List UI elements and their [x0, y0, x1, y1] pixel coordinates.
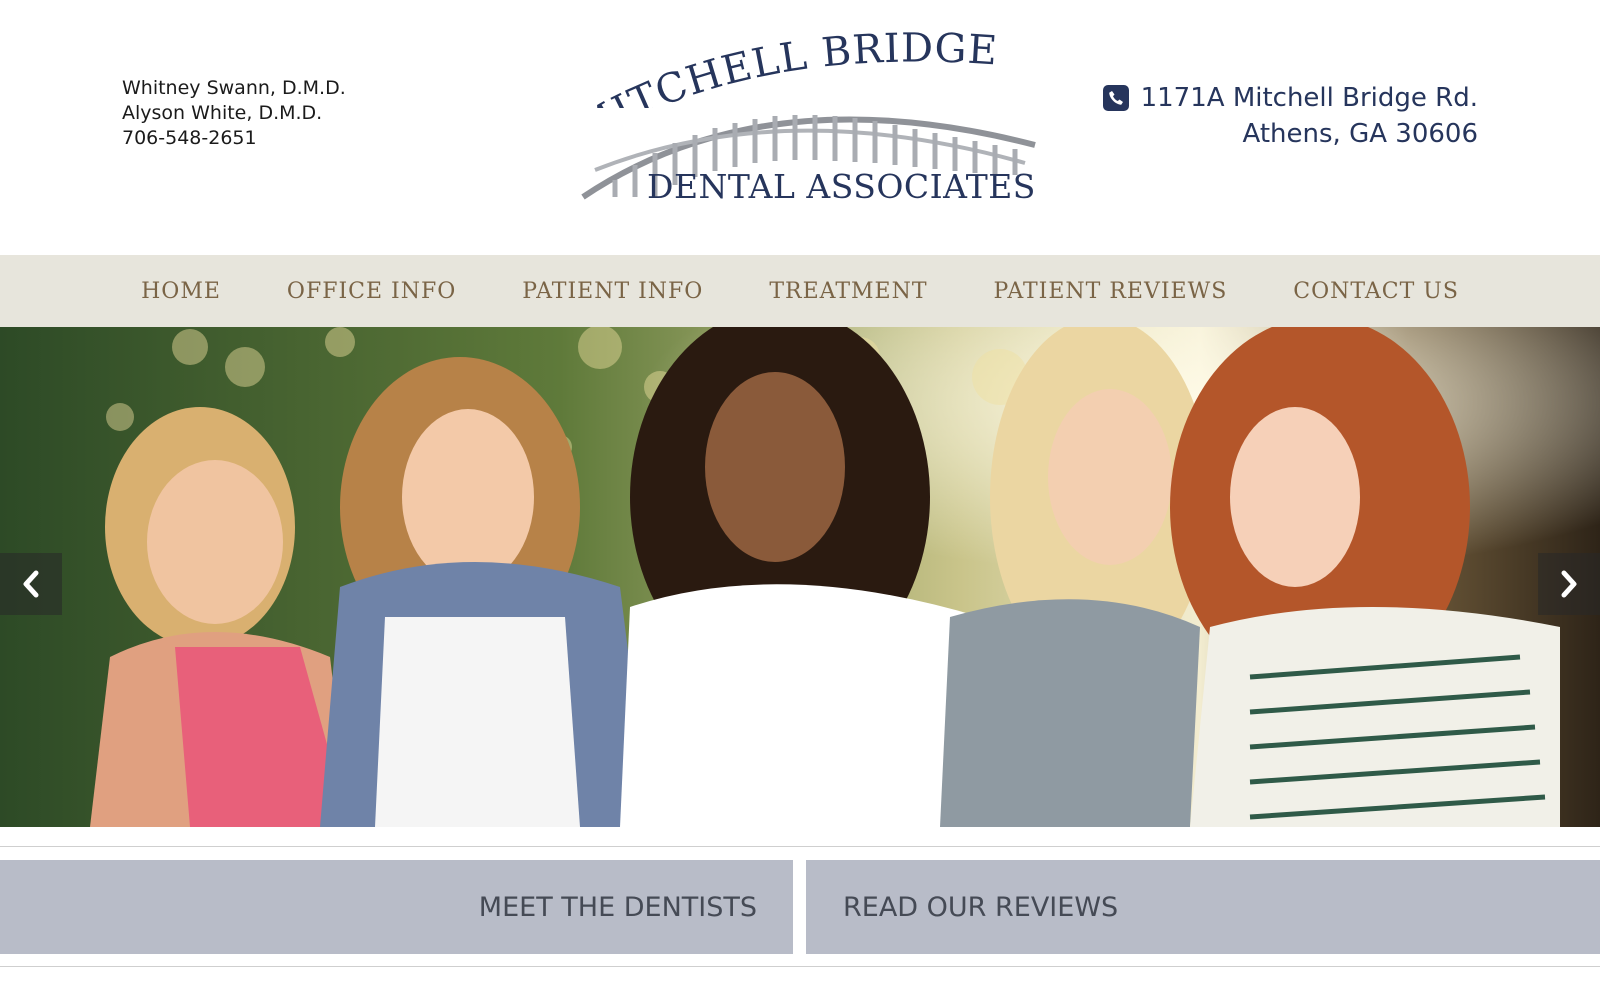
nav-patient-info[interactable]: PATIENT INFO: [522, 279, 703, 304]
practice-logo[interactable]: MITCHELL BRIDGE: [545, 28, 1055, 215]
doctor-info: Whitney Swann, D.M.D. Alyson White, D.M.…: [122, 76, 346, 151]
logo-bottom-text: DENTAL ASSOCIATES: [647, 167, 1036, 206]
read-our-reviews-label: READ OUR REVIEWS: [843, 891, 1119, 923]
read-our-reviews-button[interactable]: READ OUR REVIEWS: [806, 860, 1600, 954]
meet-the-dentists-label: MEET THE DENTISTS: [478, 891, 757, 923]
main-navigation: HOME OFFICE INFO PATIENT INFO TREATMENT …: [0, 255, 1600, 327]
nav-home[interactable]: HOME: [141, 279, 221, 304]
chevron-left-icon: [20, 570, 42, 598]
meet-the-dentists-button[interactable]: MEET THE DENTISTS: [0, 860, 793, 954]
phone-icon: [1102, 85, 1129, 111]
address-street: 1171A Mitchell Bridge Rd.: [1140, 83, 1478, 113]
nav-office-info[interactable]: OFFICE INFO: [287, 279, 456, 304]
divider: [0, 966, 1600, 967]
hero-photo: [0, 327, 1600, 827]
doctor-name: Alyson White, D.M.D.: [122, 102, 323, 124]
nav-contact-us[interactable]: CONTACT US: [1293, 279, 1459, 304]
office-address: 1171A Mitchell Bridge Rd. Athens, GA 306…: [1102, 80, 1478, 152]
doctor-name: Whitney Swann, D.M.D.: [122, 77, 346, 99]
slider-prev-button[interactable]: [0, 553, 62, 615]
slider-next-button[interactable]: [1538, 553, 1600, 615]
divider: [0, 846, 1600, 847]
hero-slider: [0, 327, 1600, 827]
address-city: Athens, GA 30606: [1242, 119, 1478, 149]
site-header: Whitney Swann, D.M.D. Alyson White, D.M.…: [0, 0, 1600, 255]
phone-number[interactable]: 706-548-2651: [122, 126, 346, 151]
chevron-right-icon: [1558, 570, 1580, 598]
nav-patient-reviews[interactable]: PATIENT REVIEWS: [994, 279, 1228, 304]
nav-treatment[interactable]: TREATMENT: [769, 279, 927, 304]
